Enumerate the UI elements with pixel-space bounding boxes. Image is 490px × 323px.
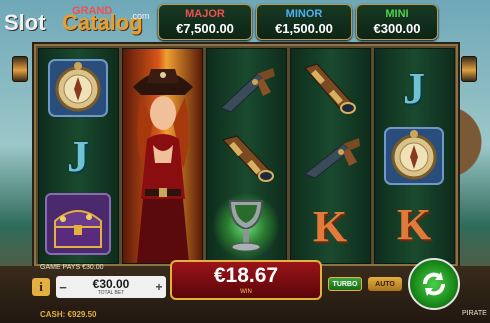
reel-frame: J K J K bbox=[32, 42, 460, 268]
auto-label: AUTO bbox=[375, 280, 395, 288]
spin-button[interactable] bbox=[408, 258, 460, 310]
jackpot-grand-title: GRAND bbox=[72, 5, 113, 17]
turbo-label: TURBO bbox=[332, 280, 358, 288]
logo-part3: .com bbox=[130, 11, 150, 21]
bet-value: €30.00 bbox=[92, 277, 130, 291]
info-icon: i bbox=[39, 279, 43, 294]
pirate-lady-icon bbox=[123, 49, 202, 263]
bet-increase-button[interactable]: + bbox=[152, 276, 166, 298]
jackpot-major-value: €7,500.00 bbox=[176, 21, 234, 36]
reel-1: J bbox=[38, 48, 119, 264]
reel-4: K bbox=[290, 48, 371, 264]
info-button[interactable]: i bbox=[32, 278, 50, 296]
jackpot-minor-title: MINOR bbox=[285, 8, 323, 20]
compass-icon bbox=[43, 55, 113, 121]
reel-2 bbox=[122, 48, 203, 264]
lantern-left-icon bbox=[12, 56, 28, 82]
jackpot-major-title: MAJOR bbox=[185, 8, 225, 20]
jackpot-minor-value: €1,500.00 bbox=[275, 21, 333, 36]
jackpot-mini-value: €300.00 bbox=[373, 21, 421, 36]
reel-5: J K bbox=[374, 48, 455, 264]
jackpot-minor: MINOR €1,500.00 bbox=[256, 4, 352, 40]
bet-panel: − €30.00 TOTAL BET + bbox=[56, 276, 166, 298]
win-panel: €18.67 WIN bbox=[170, 260, 322, 300]
logo-watermark: Slot Catalog .com GRAND bbox=[2, 2, 157, 40]
goblet-icon bbox=[211, 193, 281, 259]
logo-part1: Slot bbox=[4, 10, 46, 35]
win-label: WIN bbox=[240, 289, 252, 295]
reel-3 bbox=[206, 48, 287, 264]
plus-icon: + bbox=[155, 280, 163, 294]
flintlock-pistol-icon bbox=[295, 125, 365, 191]
win-value: €18.67 bbox=[213, 264, 279, 287]
compass-icon bbox=[379, 123, 449, 189]
J-symbol: J bbox=[403, 63, 425, 113]
game-pays-text: GAME PAYS €30.00 bbox=[40, 264, 104, 271]
J-symbol: J bbox=[67, 131, 89, 181]
jackpot-mini: MINI €300.00 bbox=[356, 4, 438, 40]
K-symbol: K bbox=[312, 201, 348, 251]
turbo-button[interactable]: TURBO bbox=[328, 277, 362, 291]
minus-icon: − bbox=[59, 279, 67, 295]
control-bar: GAME PAYS €30.00 i − €30.00 TOTAL BET + … bbox=[0, 258, 490, 323]
K-symbol: K bbox=[396, 199, 432, 249]
spyglass-icon bbox=[295, 55, 365, 121]
game-name: PIRATE bbox=[462, 310, 487, 317]
jackpot-mini-title: MINI bbox=[385, 8, 409, 20]
cash-label: CASH: €929.50 bbox=[40, 310, 97, 319]
spyglass-icon bbox=[211, 125, 281, 191]
auto-button[interactable]: AUTO bbox=[368, 277, 402, 291]
treasure-chest-icon bbox=[43, 191, 113, 257]
flintlock-pistol-icon bbox=[211, 57, 281, 123]
bet-decrease-button[interactable]: − bbox=[56, 276, 70, 298]
jackpot-major: MAJOR €7,500.00 bbox=[158, 4, 252, 40]
spin-arrows-icon bbox=[423, 272, 445, 296]
bet-label: TOTAL BET bbox=[97, 290, 125, 296]
lantern-right-icon bbox=[461, 56, 477, 82]
